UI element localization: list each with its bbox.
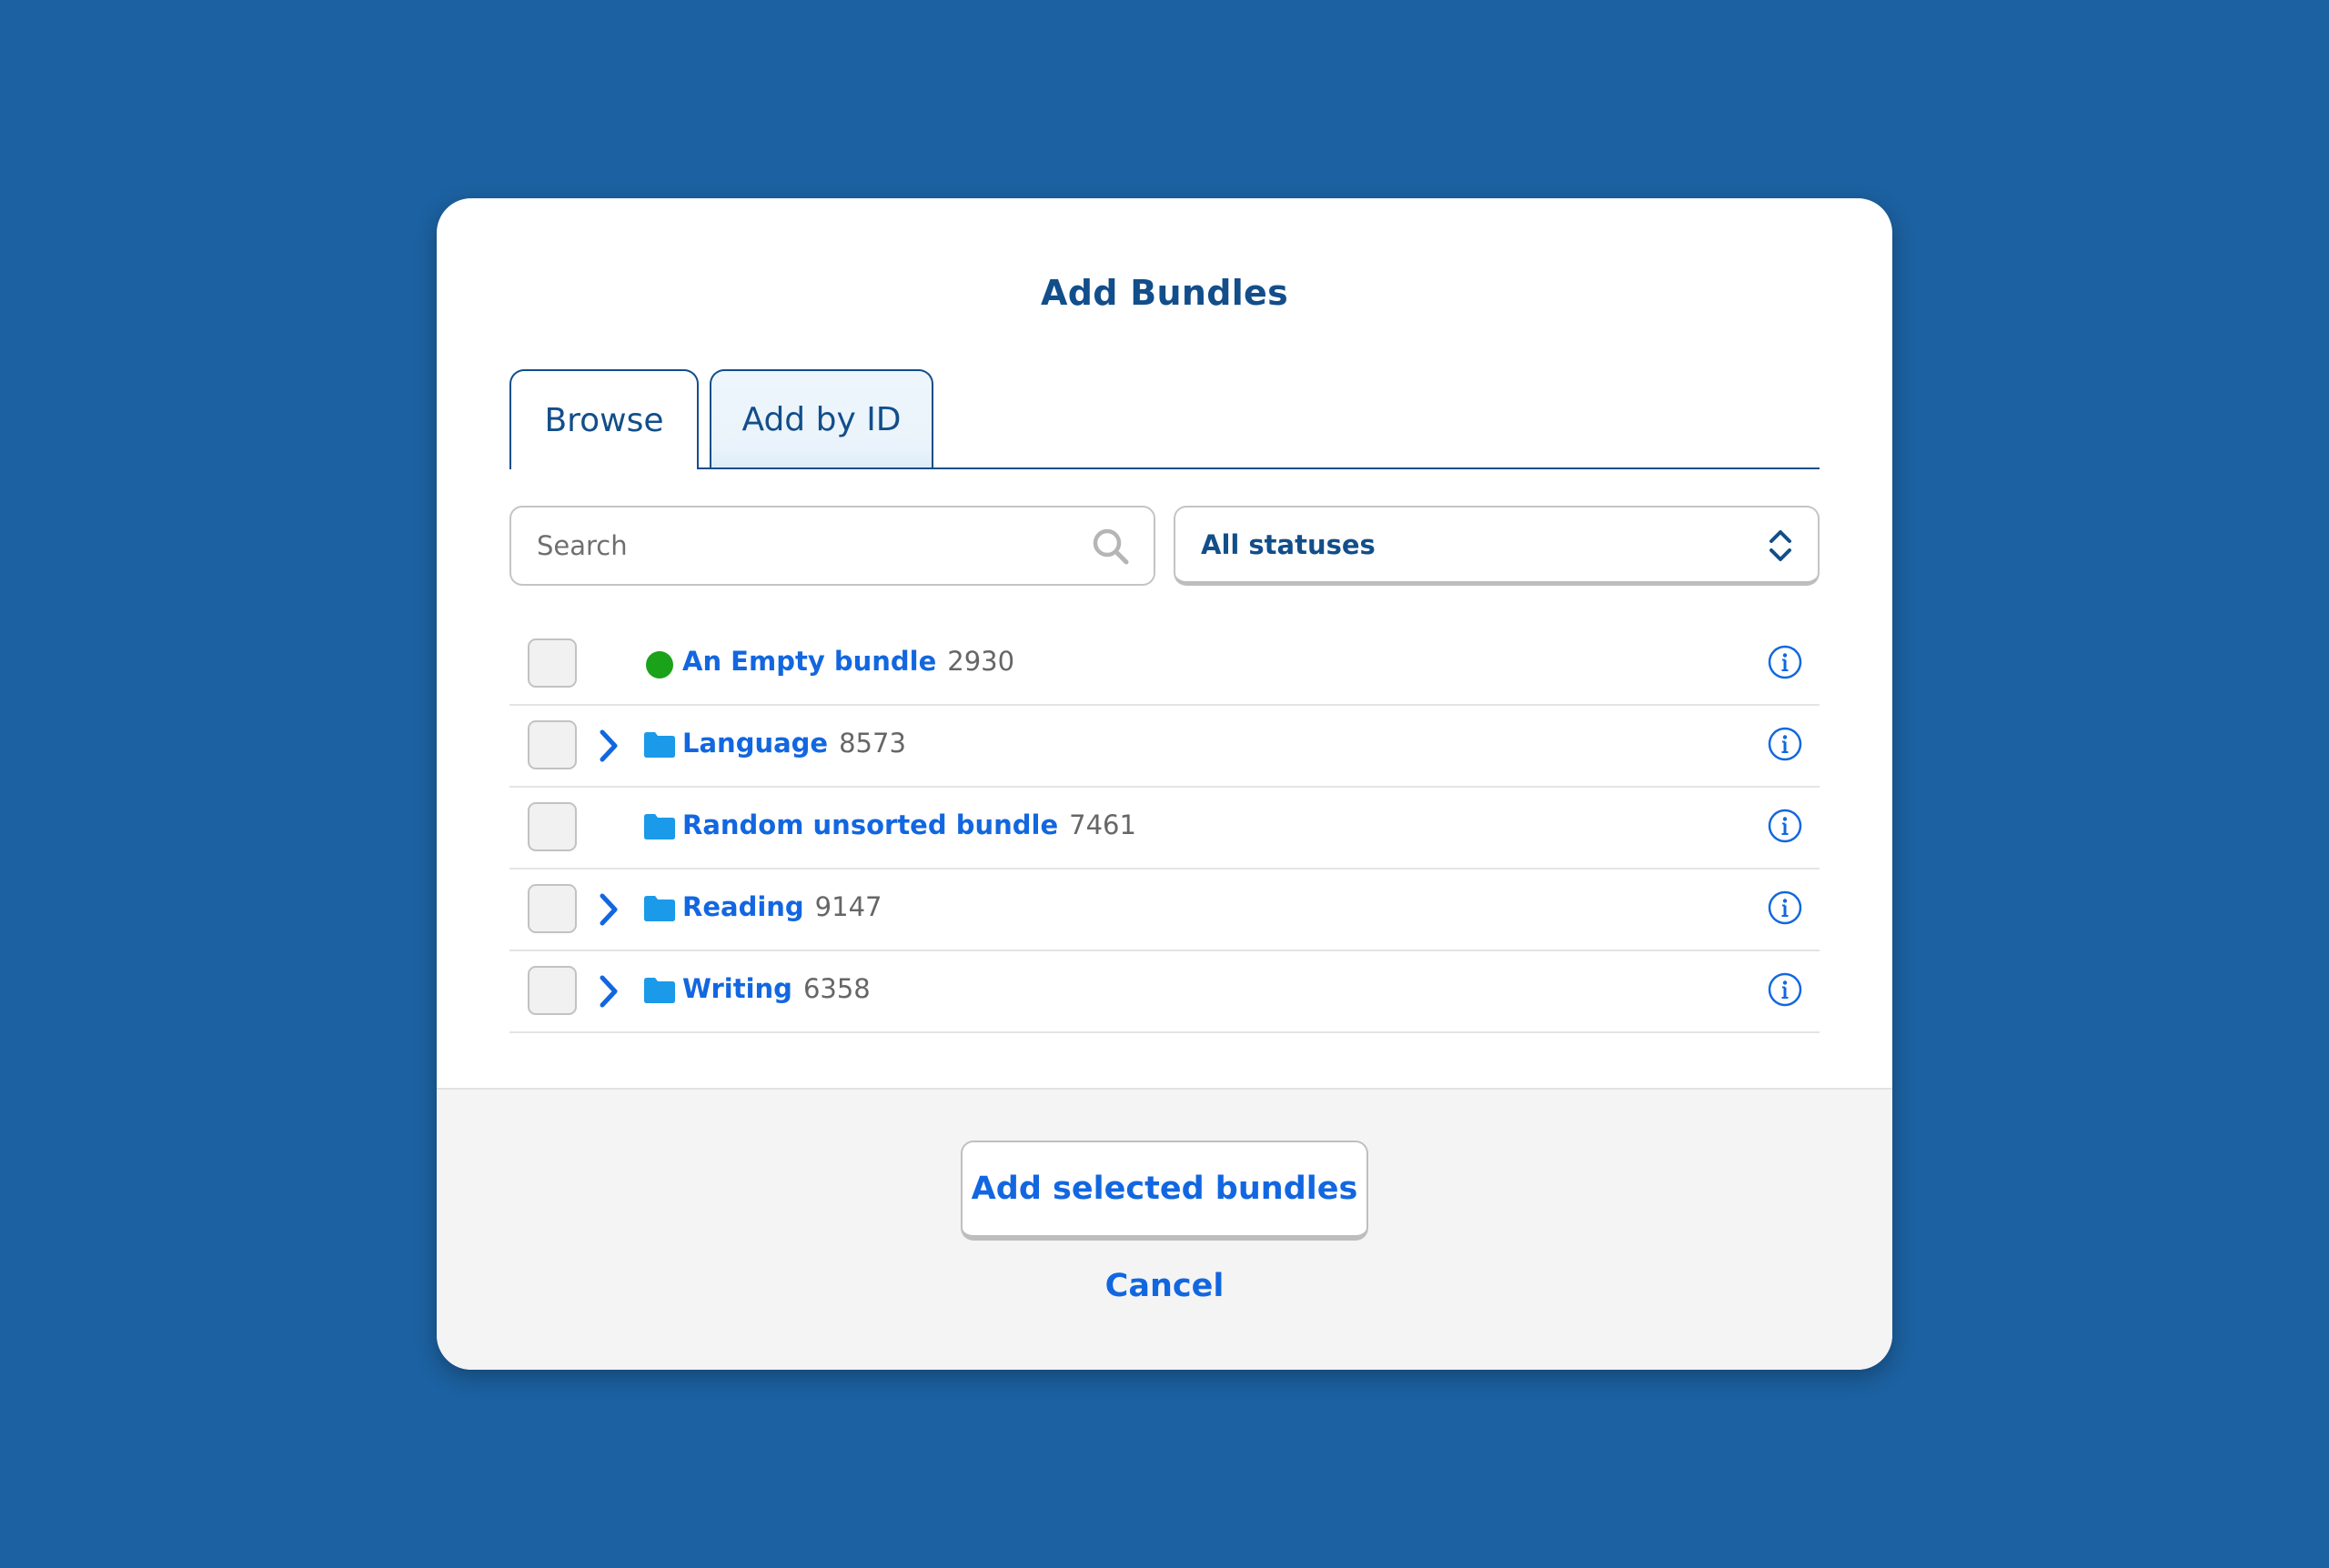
search-icon[interactable] (1090, 526, 1132, 568)
tab-add-by-id[interactable]: Add by ID (710, 369, 933, 467)
bundle-name[interactable]: Random unsorted bundle 7461 (682, 809, 1136, 840)
chevron-right-icon[interactable] (597, 891, 620, 928)
bundle-checkbox[interactable] (528, 966, 577, 1015)
tab-bar: Browse Add by ID (509, 369, 1820, 469)
bundle-id: 6358 (802, 973, 871, 1004)
bundle-name-label[interactable]: Reading (682, 891, 804, 922)
tab-baseline (509, 467, 1820, 469)
info-icon[interactable] (1767, 726, 1803, 762)
bundle-checkbox[interactable] (528, 802, 577, 851)
bundle-name[interactable]: Reading 9147 (682, 891, 882, 922)
bundle-name[interactable]: Writing 6358 (682, 973, 871, 1004)
info-icon[interactable] (1767, 890, 1803, 926)
bundle-id: 2930 (947, 646, 1015, 677)
bundle-id: 8573 (839, 728, 906, 759)
modal-footer: Add selected bundles Cancel (437, 1088, 1892, 1370)
chevron-right-icon[interactable] (597, 728, 620, 764)
status-filter-value: All statuses (1201, 528, 1376, 560)
chevron-right-icon[interactable] (597, 973, 620, 1010)
bundle-name-label[interactable]: Language (682, 728, 828, 759)
bundle-list-rows: An Empty bundle 2930 Language 8573 Rando… (509, 624, 1820, 1033)
bundle-id: 9147 (814, 891, 882, 922)
bundle-checkbox[interactable] (528, 884, 577, 933)
bundle-id: 7461 (1069, 809, 1136, 840)
bundle-name-label[interactable]: An Empty bundle (682, 646, 936, 677)
folder-icon (644, 896, 675, 921)
info-icon[interactable] (1767, 644, 1803, 680)
bundle-name-label[interactable]: Random unsorted bundle (682, 809, 1058, 840)
info-icon[interactable] (1767, 808, 1803, 844)
bundle-name[interactable]: An Empty bundle 2930 (682, 646, 1014, 677)
list-item[interactable]: Writing 6358 (509, 951, 1820, 1033)
folder-icon (644, 978, 675, 1003)
add-selected-bundles-button[interactable]: Add selected bundles (961, 1141, 1368, 1241)
folder-icon (644, 732, 675, 758)
status-active-icon (646, 651, 673, 678)
list-item[interactable]: Reading 9147 (509, 869, 1820, 951)
bundle-checkbox[interactable] (528, 720, 577, 769)
tab-browse[interactable]: Browse (509, 369, 699, 469)
list-item[interactable]: Random unsorted bundle 7461 (509, 788, 1820, 869)
bundle-name[interactable]: Language 8573 (682, 728, 906, 759)
list-item[interactable]: Language 8573 (509, 706, 1820, 788)
cancel-button[interactable]: Cancel (437, 1268, 1892, 1304)
search-field[interactable] (509, 506, 1155, 586)
info-icon[interactable] (1767, 971, 1803, 1008)
status-filter-select[interactable]: All statuses (1174, 506, 1820, 586)
list-item[interactable]: An Empty bundle 2930 (509, 624, 1820, 706)
bundle-name-label[interactable]: Writing (682, 973, 792, 1004)
bundle-checkbox[interactable] (528, 638, 577, 688)
modal-footer-wrap: Add selected bundles Cancel (437, 1088, 1892, 1370)
modal-title: Add Bundles (1040, 273, 1289, 313)
chevron-up-down-icon (1769, 530, 1791, 561)
folder-icon (644, 814, 675, 839)
search-input[interactable] (511, 529, 1048, 562)
